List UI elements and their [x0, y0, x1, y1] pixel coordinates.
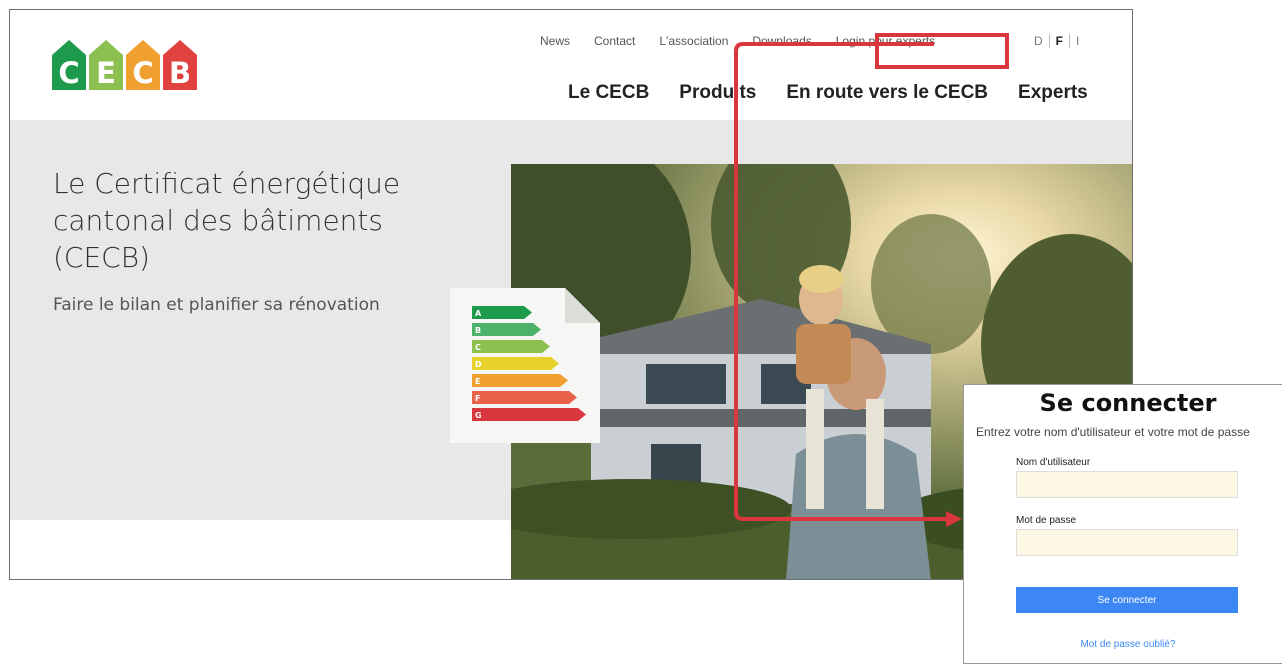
main-nav-produits[interactable]: Produits [679, 82, 756, 104]
login-description: Entrez votre nom d'utilisateur et votre … [976, 425, 1250, 439]
energy-class-f-bar [472, 391, 577, 404]
username-label: Nom d'utilisateur [1016, 457, 1091, 468]
login-link-highlight [875, 33, 1009, 69]
logo-house-b: B [163, 40, 197, 90]
username-input[interactable] [1016, 471, 1238, 498]
logo-letter: E [89, 55, 123, 90]
energy-class-c-bar [472, 340, 550, 353]
hero-subtitle: Faire le bilan et planifier sa rénovatio… [53, 295, 380, 315]
nav-link-contact[interactable]: Contact [594, 34, 635, 48]
lang-de[interactable]: D [1028, 34, 1050, 48]
logo-letter: C [126, 55, 160, 90]
lang-it[interactable]: I [1070, 34, 1085, 48]
energy-class-b-bar [472, 323, 541, 336]
logo-letter: B [163, 55, 197, 90]
energy-class-a-letter: A [475, 309, 482, 318]
password-input[interactable] [1016, 529, 1238, 556]
nav-link-news[interactable]: News [540, 34, 570, 48]
nav-link-association[interactable]: L'association [659, 34, 728, 48]
login-title: Se connecter [1039, 389, 1217, 417]
cecb-logo[interactable]: C E C B [52, 40, 197, 92]
language-switcher: D F I [1028, 34, 1085, 48]
energy-class-e-letter: E [475, 377, 480, 386]
lang-fr[interactable]: F [1050, 34, 1071, 48]
energy-class-e-bar [472, 374, 568, 387]
energy-class-g-bar [472, 408, 586, 421]
main-nav: Le CECB Produits En route vers le CECB E… [568, 82, 1088, 104]
logo-house-c1: C [52, 40, 86, 90]
logo-house-e: E [89, 40, 123, 90]
hero-title: Le Certificat énergétique cantonal des b… [53, 167, 401, 274]
forgot-password-link[interactable]: Mot de passe oublié? [964, 639, 1282, 650]
energy-class-d-bar [472, 357, 559, 370]
password-label: Mot de passe [1016, 515, 1077, 526]
energy-class-f-letter: F [475, 394, 480, 403]
main-nav-en-route[interactable]: En route vers le CECB [786, 82, 988, 104]
energy-class-c-letter: C [475, 343, 481, 352]
logo-letter: C [52, 55, 86, 90]
energy-class-b-letter: B [475, 326, 481, 335]
energy-label-document: ABCDEFG [450, 288, 600, 443]
energy-class-g-letter: G [475, 411, 482, 420]
energy-label-icon: ABCDEFG [450, 288, 600, 443]
login-submit-button[interactable]: Se connecter [1016, 587, 1238, 613]
logo-house-c2: C [126, 40, 160, 90]
energy-class-d-letter: D [475, 360, 482, 369]
main-nav-le-cecb[interactable]: Le CECB [568, 82, 649, 104]
login-panel: Se connecter Entrez votre nom d'utilisat… [963, 384, 1282, 664]
nav-link-downloads[interactable]: Downloads [752, 34, 811, 48]
main-nav-experts[interactable]: Experts [1018, 82, 1088, 104]
